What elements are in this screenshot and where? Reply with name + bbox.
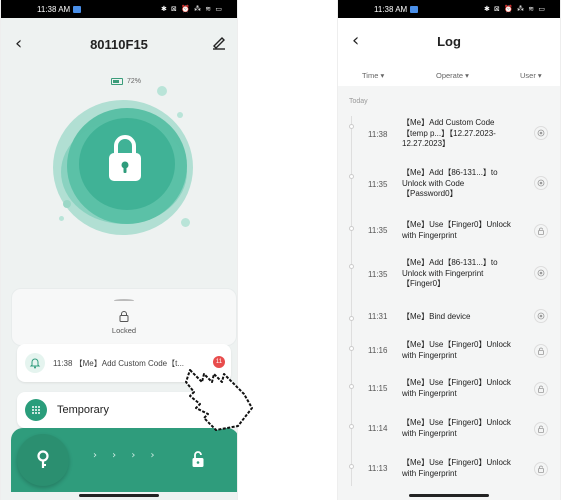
- record-icon: [534, 309, 548, 323]
- hand-pointer-icon: [185, 369, 253, 431]
- timeline-node: [349, 174, 354, 179]
- log-time: 11:35: [368, 226, 388, 235]
- log-time: 11:14: [368, 424, 388, 433]
- unlock-icon: [192, 451, 204, 467]
- timeline-node: [349, 316, 354, 321]
- timeline-node: [349, 124, 354, 129]
- edit-icon[interactable]: [211, 34, 227, 50]
- status-icons: ✱ ⊠ ⏰ ⁂ ≋ ▭: [160, 5, 223, 13]
- log-operation: 【Me】Use【Finger0】Unlock with Fingerprint: [402, 458, 511, 478]
- record-icon: [534, 266, 548, 280]
- notification-icon: [73, 5, 82, 13]
- timeline-node: [349, 226, 354, 231]
- timeline-node: [349, 464, 354, 469]
- decor-dot: [59, 216, 64, 221]
- filter-bar: Time ▾ Operate ▾ User ▾: [338, 64, 560, 86]
- unlock-slider[interactable]: › › › ›: [11, 428, 237, 492]
- timeline-node: [349, 264, 354, 269]
- key-icon[interactable]: [17, 434, 69, 486]
- log-row[interactable]: 11:35 【Me】Use【Finger0】Unlock with Finger…: [346, 218, 560, 258]
- decor-dot: [63, 200, 71, 208]
- decor-dot: [177, 112, 183, 118]
- notification-icon: [410, 5, 419, 13]
- grid-icon: [25, 399, 47, 421]
- log-operation: 【Me】Add【86-131...】to Unlock with Fingerp…: [402, 258, 498, 288]
- section-today: Today: [349, 98, 368, 105]
- header: ‹ 80110F15: [1, 18, 237, 70]
- log-row[interactable]: 11:15 【Me】Use【Finger0】Unlock with Finger…: [346, 376, 560, 416]
- temporary-label: Temporary: [57, 404, 109, 416]
- log-row[interactable]: 11:35 【Me】Add【86-131...】to Unlock with F…: [346, 256, 560, 302]
- back-icon[interactable]: ‹: [15, 35, 22, 53]
- log-time: 11:35: [368, 270, 388, 279]
- status-time: 11:38 AM: [37, 4, 71, 14]
- log-time: 11:15: [368, 384, 388, 393]
- lock-status-card[interactable]: Locked: [11, 288, 237, 346]
- status-time: 11:38 AM: [374, 4, 408, 14]
- status-bar: 11:38 AM ✱ ⊠ ⏰ ⁂ ≋ ▭: [1, 0, 237, 18]
- battery-percent: 72%: [127, 78, 142, 85]
- battery-icon: [111, 78, 123, 85]
- unlock-icon: [534, 422, 548, 436]
- unlock-icon: [534, 462, 548, 476]
- log-operation: 【Me】Add Custom Code【temp p...】【12.27.202…: [402, 118, 496, 148]
- small-lock-icon: [119, 311, 129, 322]
- log-row[interactable]: 11:14 【Me】Use【Finger0】Unlock with Finger…: [346, 416, 560, 456]
- timeline-node: [349, 384, 354, 389]
- bell-icon: [25, 353, 45, 373]
- unlock-icon: [534, 344, 548, 358]
- log-operation: 【Me】Use【Finger0】Unlock with Fingerprint: [402, 220, 511, 240]
- unlock-icon: [534, 382, 548, 396]
- log-time: 11:13: [368, 464, 388, 473]
- lock-state-label: Locked: [111, 326, 137, 335]
- log-row[interactable]: 11:16 【Me】Use【Finger0】Unlock with Finger…: [346, 338, 560, 378]
- log-operation: 【Me】Add【86-131...】to Unlock with Code【Pa…: [402, 168, 498, 198]
- timeline-node: [349, 424, 354, 429]
- log-operation: 【Me】Use【Finger0】Unlock with Fingerprint: [402, 378, 511, 398]
- log-row[interactable]: 11:38 【Me】Add Custom Code【temp p...】【12.…: [346, 116, 560, 162]
- unlock-icon: [534, 224, 548, 238]
- timeline-node: [349, 346, 354, 351]
- log-operation: 【Me】Use【Finger0】Unlock with Fingerprint: [402, 340, 511, 360]
- log-time: 11:16: [368, 346, 388, 355]
- lock-icon[interactable]: [105, 132, 145, 184]
- status-bar: 11:38 AM ✱ ⊠ ⏰ ⁂ ≋ ▭: [338, 0, 560, 18]
- page-title: Log: [437, 33, 461, 49]
- battery-indicator: 72%: [111, 78, 141, 85]
- operate-filter[interactable]: Operate ▾: [436, 71, 469, 80]
- log-operation: 【Me】Bind device: [402, 312, 471, 321]
- log-screen: 11:38 AM ✱ ⊠ ⏰ ⁂ ≋ ▭ ‹ Log Time ▾ Operat…: [337, 0, 561, 500]
- log-time: 11:31: [368, 312, 388, 321]
- status-icons: ✱ ⊠ ⏰ ⁂ ≋ ▭: [483, 5, 546, 13]
- log-time: 11:35: [368, 180, 388, 189]
- record-icon: [534, 176, 548, 190]
- drag-handle[interactable]: [114, 299, 134, 302]
- user-filter[interactable]: User ▾: [520, 71, 542, 80]
- record-icon: [534, 126, 548, 140]
- decor-dot: [157, 86, 167, 96]
- home-indicator: [409, 494, 489, 497]
- log-row[interactable]: 11:35 【Me】Add【86-131...】to Unlock with C…: [346, 166, 560, 206]
- log-operation: 【Me】Use【Finger0】Unlock with Fingerprint: [402, 418, 511, 438]
- home-indicator: [79, 494, 159, 497]
- decor-dot: [181, 218, 190, 227]
- log-row[interactable]: 11:13 【Me】Use【Finger0】Unlock with Finger…: [346, 456, 560, 496]
- header: ‹ Log: [338, 18, 560, 64]
- slide-chevrons: › › › ›: [93, 450, 161, 461]
- log-time: 11:38: [368, 130, 388, 139]
- time-filter[interactable]: Time ▾: [362, 71, 384, 80]
- device-title: 80110F15: [90, 36, 148, 52]
- back-icon[interactable]: ‹: [352, 32, 359, 50]
